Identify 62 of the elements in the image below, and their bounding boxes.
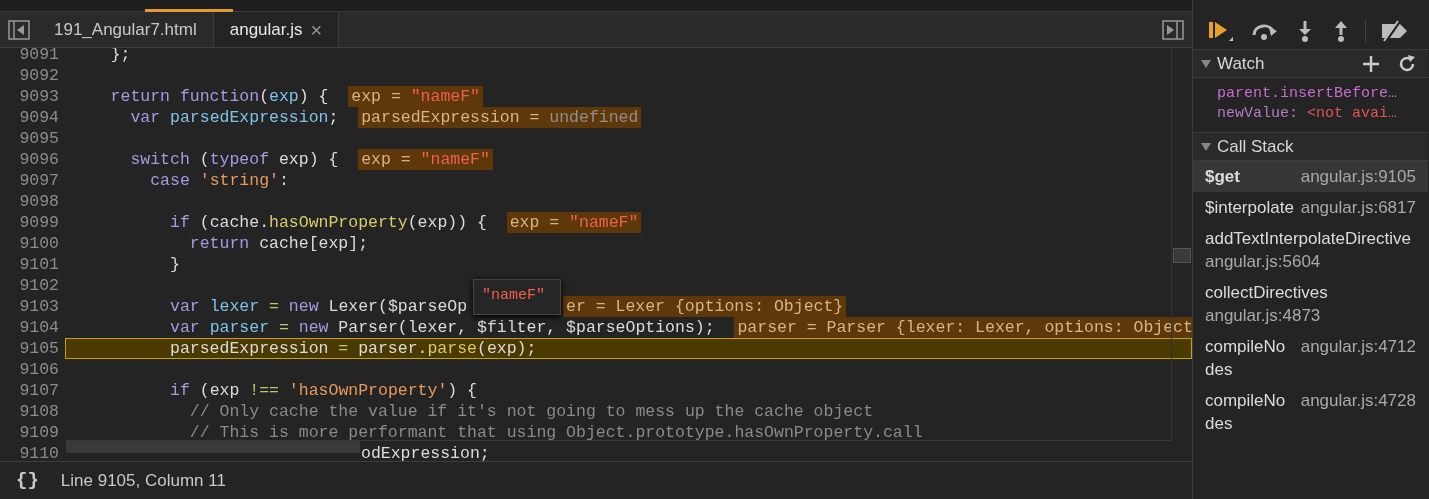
- call-frame[interactable]: $interpolate angular.js:6817: [1193, 192, 1428, 223]
- line-number: 9095: [18, 128, 60, 149]
- code-line: var lexer = new Lexer($parseOp: [169, 296, 468, 317]
- close-icon[interactable]: ×: [310, 19, 323, 40]
- plus-icon: [1362, 54, 1380, 73]
- inline-value: er = Lexer {options: Object}: [563, 296, 847, 317]
- line-number: 9110: [18, 443, 60, 461]
- inline-value: exp = "nameF": [348, 86, 483, 107]
- code-line: case 'string':: [149, 170, 289, 191]
- code-line: if (exp !== 'hasOwnProperty') {: [169, 380, 477, 401]
- line-number: 9091: [18, 48, 60, 65]
- code-line: switch (typeof exp) {: [129, 149, 339, 170]
- watch-expression: newValue: <not avai…: [1217, 104, 1399, 124]
- line-number: 9103: [18, 296, 60, 317]
- line-number: 9108: [18, 401, 60, 422]
- cursor-position: Line 9105, Column 11: [60, 469, 226, 492]
- line-number: 9096: [18, 149, 60, 170]
- call-frame[interactable]: compileNodes angular.js:4728: [1193, 385, 1428, 439]
- line-number: 9100: [18, 233, 60, 254]
- scroll-thumb[interactable]: [1173, 248, 1191, 263]
- code-line: odExpression;: [361, 443, 490, 461]
- line-number: 9101: [18, 254, 60, 275]
- line-number: 9098: [18, 191, 60, 212]
- line-number: 9097: [18, 170, 60, 191]
- inline-value: exp = "nameF": [358, 149, 493, 170]
- call-frame[interactable]: compileNodes angular.js:4712: [1193, 331, 1428, 385]
- code-line: return cache[exp];: [188, 233, 369, 254]
- section-header[interactable]: Watch: [1193, 50, 1428, 78]
- line-number: 9099: [18, 212, 60, 233]
- inline-value: exp = "nameF": [506, 212, 642, 233]
- file-tab[interactable]: 191_Angular7.html: [38, 12, 214, 47]
- code-line: // This is more performant that using Object.prototype.hasOwnProperty.call: [188, 422, 923, 443]
- line-number: 9107: [18, 380, 60, 401]
- call-frame[interactable]: collectDirectives angular.js:4873: [1193, 277, 1428, 331]
- inline-value: parsedExpression = undefined: [358, 107, 642, 128]
- breakpoint-off-icon: [1380, 19, 1410, 42]
- inline-value: parser = Parser {lexer: Lexer, options: Object: [734, 317, 1192, 338]
- value-tooltip: "nameF": [473, 279, 561, 315]
- line-number: 9094: [18, 107, 60, 128]
- code-line: }: [169, 254, 180, 275]
- code-line: return function(exp) {: [109, 86, 329, 107]
- line-number: 9105: [18, 338, 60, 359]
- sidebar-toggle-icon: [8, 19, 30, 40]
- line-number: 9102: [18, 275, 60, 296]
- watch-expression: parent.insertBefore…: [1217, 84, 1399, 104]
- code-line: var parser = new Parser(lexer, $filter, $parseOptions);: [169, 317, 715, 338]
- line-number: 9104: [18, 317, 60, 338]
- sidebar-toggle-icon: [1162, 19, 1184, 40]
- pretty-print-button[interactable]: {}: [16, 466, 39, 495]
- code-line: // Only cache the value if it's not going to mess up the cache object: [188, 401, 874, 422]
- call-frame[interactable]: addTextInterpolateDirective angular.js:5604: [1193, 223, 1428, 277]
- line-number: 9093: [18, 86, 60, 107]
- line-number: 9106: [18, 359, 60, 380]
- code-line: if (cache.hasOwnProperty(exp)) {: [169, 212, 487, 233]
- code-line: parsedExpression = parser.parse(exp);: [169, 338, 537, 359]
- line-number: 9092: [18, 65, 60, 86]
- code-line: var parsedExpression;: [129, 107, 339, 128]
- file-tab[interactable]: angular.js ×: [213, 12, 340, 47]
- line-number: 9109: [18, 422, 60, 443]
- call-frame[interactable]: $get angular.js:9105: [1193, 161, 1428, 192]
- section-header[interactable]: Call Stack: [1193, 133, 1428, 161]
- refresh-icon: [1398, 54, 1416, 73]
